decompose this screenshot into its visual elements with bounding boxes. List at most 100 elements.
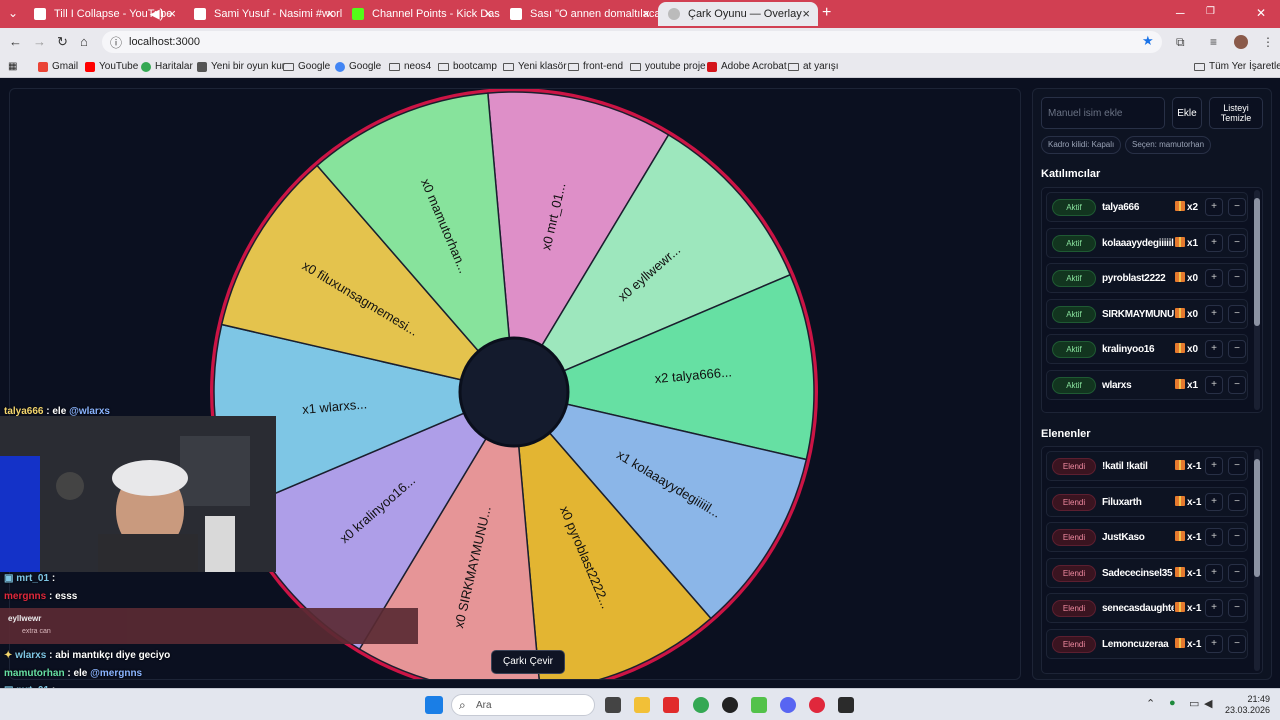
restore-icon[interactable]: ❐ [1206, 6, 1215, 17]
back-icon[interactable]: ← [9, 34, 22, 49]
participants-scrollbar[interactable] [1254, 190, 1260, 410]
bookmark-google-folder[interactable]: Google [283, 61, 330, 72]
increment-button[interactable]: + [1205, 634, 1223, 653]
home-icon[interactable]: ⌂ [80, 34, 88, 49]
start-icon[interactable] [425, 696, 443, 714]
participant-row: Aktif kolaaayydegiiiiil x1 + − [1046, 227, 1248, 258]
increment-button[interactable]: + [1205, 304, 1223, 323]
globe-icon [197, 61, 207, 72]
bookmark-new-folder[interactable]: Yeni klasör [503, 61, 567, 72]
forward-icon[interactable]: → [33, 34, 46, 49]
close-icon[interactable]: × [642, 6, 650, 21]
participants-title: Katılımcılar [1041, 168, 1101, 180]
decrement-button[interactable]: − [1228, 634, 1246, 653]
kick-app-icon[interactable] [751, 697, 767, 713]
entry-count: x0 [1187, 308, 1199, 320]
increment-button[interactable]: + [1205, 198, 1223, 216]
bookmark-maps[interactable]: Haritalar [141, 61, 193, 72]
tray-chevron-icon[interactable]: ⌃ [1146, 697, 1162, 713]
increment-button[interactable]: + [1205, 340, 1223, 358]
decrement-button[interactable]: − [1228, 563, 1246, 582]
streamer-video [0, 416, 276, 572]
eliminated-row: Elendi Lemoncuzeraa x-1 + − [1046, 628, 1248, 659]
network-icon[interactable]: ▭ [1189, 697, 1205, 713]
maps-pin-icon[interactable] [809, 697, 825, 713]
increment-button[interactable]: + [1205, 528, 1223, 546]
entry-count: x0 [1187, 273, 1199, 284]
all-bookmarks[interactable]: Tüm Yer İşaretleri [1194, 61, 1280, 72]
increment-button[interactable]: + [1205, 375, 1223, 394]
close-window-icon[interactable]: ✕ [1256, 6, 1266, 20]
terminal-icon[interactable] [838, 697, 854, 713]
system-clock[interactable]: 21:49 23.03.2026 [1222, 694, 1270, 716]
reload-icon[interactable]: ↻ [57, 34, 68, 50]
task-view-icon[interactable] [605, 697, 621, 713]
microphone-icon[interactable]: ● [1169, 697, 1185, 713]
bookmark-adobe[interactable]: Adobe Acrobat [707, 61, 787, 72]
url-field[interactable]: ⓘ localhost:3000 [102, 31, 1162, 53]
extensions-icon[interactable]: ⧉ [1176, 35, 1185, 50]
reading-list-icon[interactable]: ≡ [1210, 35, 1217, 49]
tab-youtube-2[interactable]: Sami Yusuf - Nasimi #worldmu × [184, 2, 342, 26]
tab-youtube-1[interactable]: Till I Collapse - YouTube ◀) × [24, 2, 184, 26]
youtube-icon [510, 8, 522, 20]
increment-button[interactable]: + [1205, 233, 1223, 252]
entry-count: x-1 [1187, 603, 1202, 614]
tab-kick[interactable]: Channel Points - Kick Dashboa × [342, 2, 500, 26]
taskbar-search[interactable]: ⌕ Ara [451, 694, 595, 716]
decrement-button[interactable]: − [1228, 492, 1246, 511]
new-tab-icon[interactable]: + [822, 4, 831, 22]
bookmark-star-icon[interactable]: ★ [1142, 33, 1154, 49]
decrement-button[interactable]: − [1228, 457, 1246, 475]
decrement-button[interactable]: − [1228, 233, 1246, 252]
youtube-app-icon[interactable] [663, 697, 679, 713]
bookmark-new-game[interactable]: Yeni bir oyun kur [197, 61, 285, 72]
increment-button[interactable]: + [1205, 269, 1223, 287]
manual-name-input[interactable] [1041, 97, 1165, 129]
increment-button[interactable]: + [1205, 599, 1223, 617]
google-icon [335, 61, 345, 72]
close-icon[interactable]: × [802, 6, 810, 21]
audio-icon[interactable]: ◀) [150, 6, 164, 22]
volume-icon[interactable]: ◀ [1204, 697, 1220, 713]
site-info-icon[interactable]: ⓘ [110, 34, 122, 51]
bookmark-bootcamp[interactable]: bootcamp [438, 61, 497, 72]
spin-wheel[interactable]: x0 mrt_01...x0 eyllwewr...x2 talya666...… [199, 88, 829, 680]
bookmark-gmail[interactable]: Gmail [38, 61, 78, 72]
increment-button[interactable]: + [1205, 457, 1223, 475]
minimize-icon[interactable]: ─ [1176, 6, 1185, 20]
bookmark-youtube-proje[interactable]: youtube proje [630, 61, 706, 72]
clear-list-button[interactable]: Listeyi Temizle [1209, 97, 1263, 129]
decrement-button[interactable]: − [1228, 198, 1246, 216]
bookmark-google[interactable]: Google [335, 61, 381, 72]
chrome-icon[interactable] [693, 697, 709, 713]
increment-button[interactable]: + [1205, 492, 1223, 511]
obs-icon[interactable] [722, 697, 738, 713]
decrement-button[interactable]: − [1228, 269, 1246, 287]
eliminated-scrollbar[interactable] [1254, 449, 1260, 671]
bookmark-at-yarisi[interactable]: at yarışı [788, 61, 839, 72]
apps-icon[interactable]: ▦ [8, 61, 17, 72]
increment-button[interactable]: + [1205, 563, 1223, 582]
decrement-button[interactable]: − [1228, 375, 1246, 394]
close-icon[interactable]: × [484, 6, 492, 21]
decrement-button[interactable]: − [1228, 304, 1246, 323]
decrement-button[interactable]: − [1228, 528, 1246, 546]
bookmark-front-end[interactable]: front-end [568, 61, 623, 72]
tab-youtube-3[interactable]: Sası "O annen domaltılacak" diy × [500, 2, 658, 26]
roster-lock-chip[interactable]: Kadro kilidi: Kapalı [1041, 136, 1122, 154]
decrement-button[interactable]: − [1228, 599, 1246, 617]
spin-button[interactable]: Çarkı Çevir [491, 650, 566, 674]
bookmark-youtube[interactable]: YouTube [85, 61, 138, 72]
file-explorer-icon[interactable] [634, 697, 650, 713]
add-button[interactable]: Ekle [1172, 97, 1202, 129]
close-icon[interactable]: × [168, 6, 176, 21]
tab-wheel-overlay[interactable]: Çark Oyunu — Overlay × [658, 2, 818, 26]
discord-icon[interactable] [780, 697, 796, 713]
tab-search-icon[interactable]: ⌄ [8, 6, 18, 20]
decrement-button[interactable]: − [1228, 340, 1246, 358]
close-icon[interactable]: × [326, 6, 334, 21]
menu-icon[interactable]: ⋮ [1262, 35, 1274, 49]
bookmark-neos4[interactable]: neos4 [389, 61, 431, 72]
profile-avatar[interactable] [1234, 35, 1248, 49]
